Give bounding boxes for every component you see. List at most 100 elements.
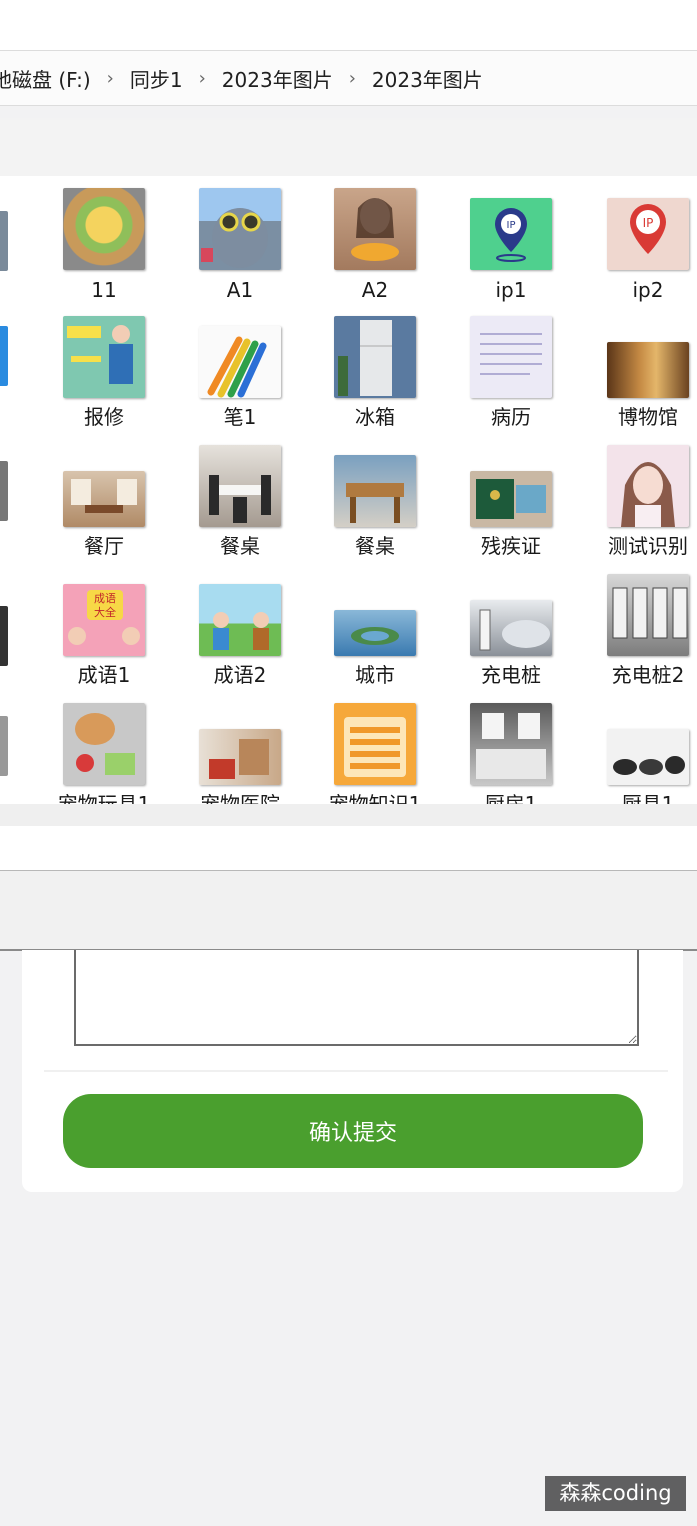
file-label: 宠物玩具1 <box>57 792 151 804</box>
file-item[interactable]: IP ip2 <box>593 176 697 304</box>
svg-text:成语: 成语 <box>94 592 116 605</box>
refrigerator-image-icon <box>334 316 416 398</box>
dining-room-image-icon <box>63 471 145 527</box>
colored-pencils-image-icon <box>199 326 281 398</box>
dialog-divider <box>0 804 697 827</box>
chevron-right-icon[interactable]: › <box>101 68 120 89</box>
file-label: 成语2 <box>213 663 267 687</box>
file-label: 11 <box>91 278 117 302</box>
flower-basket-image-icon <box>63 188 145 270</box>
disability-card-image-icon <box>470 471 552 527</box>
toolbar-band <box>0 118 697 176</box>
file-item[interactable]: 报修 <box>49 304 159 432</box>
file-label: 病历 <box>491 405 531 429</box>
file-label: A1 <box>226 278 254 302</box>
file-item[interactable]: 餐桌 <box>320 433 430 561</box>
dialog-footer-band <box>0 871 697 951</box>
medical-record-image-icon <box>470 316 552 398</box>
file-grid: 11 A1 A2 IP ip1 IP ip2 报修 笔1 冰箱 病历 博物馆 餐… <box>0 176 697 804</box>
file-label: 厨具1 <box>621 792 675 804</box>
description-textarea[interactable] <box>74 950 639 1046</box>
file-label: 博物馆 <box>618 405 678 429</box>
pet-hospital-image-icon <box>199 729 281 785</box>
file-label: 厨房1 <box>484 792 538 804</box>
pet-toy-image-icon <box>63 703 145 785</box>
file-item[interactable]: 餐桌 <box>185 433 295 561</box>
cookware-image-icon <box>607 729 689 785</box>
file-item[interactable]: 测试识别 <box>593 433 697 561</box>
file-item[interactable]: 笔1 <box>185 304 295 432</box>
file-name-strip <box>0 826 697 871</box>
breadcrumb-item-2023-images-current[interactable]: 2023年图片 <box>362 64 493 93</box>
museum-image-icon <box>607 342 689 398</box>
file-item[interactable]: 宠物玩具1 <box>49 691 159 804</box>
file-thumbnail-partial[interactable] <box>0 716 8 776</box>
kitchen-image-icon <box>470 703 552 785</box>
file-item[interactable]: 成语 大全 成语1 <box>49 562 159 690</box>
file-item[interactable]: 厨房1 <box>456 691 566 804</box>
file-item[interactable]: 城市 <box>320 562 430 690</box>
city-island-image-icon <box>334 610 416 656</box>
file-label: 餐厅 <box>84 534 124 558</box>
file-label: ip2 <box>632 278 664 302</box>
file-label: 报修 <box>84 405 124 429</box>
file-label: 残疾证 <box>481 534 541 558</box>
portrait-image-icon <box>607 445 689 527</box>
chevron-right-icon[interactable]: › <box>343 68 362 89</box>
file-label: 餐桌 <box>355 534 395 558</box>
file-thumbnail-partial[interactable] <box>0 461 8 521</box>
idiom-cartoon-image-icon: 成语 大全 <box>63 584 145 656</box>
file-label: 宠物知识1 <box>328 792 422 804</box>
svg-text:IP: IP <box>643 216 654 230</box>
file-thumbnail-partial[interactable] <box>0 606 8 666</box>
file-label: A2 <box>361 278 389 302</box>
charging-station-image-icon <box>607 574 689 656</box>
file-item[interactable]: 厨具1 <box>593 691 697 804</box>
charging-station-image-icon <box>470 600 552 656</box>
file-item[interactable]: 宠物知识1 <box>320 691 430 804</box>
file-item[interactable]: A2 <box>320 176 430 304</box>
ip-location-pin-red-image-icon: IP <box>607 198 689 270</box>
top-bar <box>0 0 697 50</box>
chevron-right-icon[interactable]: › <box>193 68 212 89</box>
file-item[interactable]: 宠物医院 <box>185 691 295 804</box>
file-label: 宠物医院 <box>200 792 280 804</box>
file-item[interactable]: 博物馆 <box>593 304 697 432</box>
file-item[interactable]: IP ip1 <box>456 176 566 304</box>
ip-location-pin-green-image-icon: IP <box>470 198 552 270</box>
file-item[interactable]: 餐厅 <box>49 433 159 561</box>
breadcrumb-item-sync[interactable]: 同步1 <box>120 64 193 93</box>
file-item[interactable]: A1 <box>185 176 295 304</box>
form-card: 确认提交 <box>22 950 683 1192</box>
file-item[interactable]: 病历 <box>456 304 566 432</box>
svg-text:大全: 大全 <box>94 605 116 619</box>
file-item[interactable]: 充电桩 <box>456 562 566 690</box>
confirm-submit-button[interactable]: 确认提交 <box>63 1094 643 1168</box>
dining-table-image-icon <box>334 455 416 527</box>
pet-knowledge-image-icon <box>334 703 416 785</box>
file-label: 成语1 <box>77 663 131 687</box>
form-divider <box>44 1070 668 1072</box>
file-label: 充电桩 <box>481 663 541 687</box>
dining-table-image-icon <box>199 445 281 527</box>
file-label: 充电桩2 <box>611 663 685 687</box>
file-item[interactable]: 残疾证 <box>456 433 566 561</box>
file-label: 笔1 <box>223 405 257 429</box>
breadcrumb: 地磁盘 (F:) › 同步1 › 2023年图片 › 2023年图片 <box>0 50 697 106</box>
repairman-image-icon <box>63 316 145 398</box>
file-thumbnail-partial[interactable] <box>0 326 8 386</box>
file-label: 测试识别 <box>608 534 688 558</box>
breadcrumb-item-drive[interactable]: 地磁盘 (F:) <box>0 64 101 93</box>
file-item[interactable]: 冰箱 <box>320 304 430 432</box>
file-thumbnail-partial[interactable] <box>0 211 8 271</box>
file-item[interactable]: 成语2 <box>185 562 295 690</box>
cat-sunglasses-image-icon <box>199 188 281 270</box>
file-label: 餐桌 <box>220 534 260 558</box>
file-item[interactable]: 充电桩2 <box>593 562 697 690</box>
file-label: 城市 <box>355 663 395 687</box>
breadcrumb-item-2023-images[interactable]: 2023年图片 <box>212 64 343 93</box>
girl-eating-image-icon <box>334 188 416 270</box>
file-item[interactable]: 11 <box>49 176 159 304</box>
svg-text:IP: IP <box>507 220 516 231</box>
idiom-cartoon-image-icon <box>199 584 281 656</box>
